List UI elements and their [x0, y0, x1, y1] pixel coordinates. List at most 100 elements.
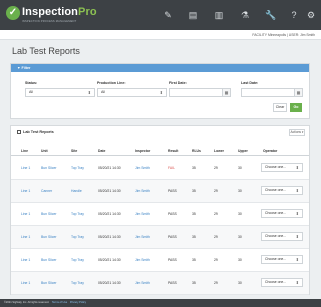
- operator-select[interactable]: Choose one... ⬍: [261, 255, 303, 264]
- upper-cell: 30: [238, 281, 242, 285]
- line-link[interactable]: Line 1: [21, 166, 30, 170]
- copyright-text: ©2021 Sightaly, Inc. All rights reserved…: [4, 301, 50, 304]
- site-link[interactable]: Handle: [71, 189, 82, 193]
- inspector-link[interactable]: Jim Smith: [135, 281, 150, 285]
- operator-select[interactable]: Choose one... ⬍: [261, 232, 303, 241]
- operator-select-value: Choose one...: [265, 280, 287, 284]
- first-date-input[interactable]: ▦: [169, 88, 231, 97]
- production-line-select-value: All: [101, 90, 105, 94]
- lower-cell: 29: [214, 235, 218, 239]
- chevron-updown-icon: ⬍: [87, 90, 91, 95]
- line-link[interactable]: Line 1: [21, 235, 30, 239]
- production-line-label: Production Line:: [97, 81, 126, 85]
- line-link[interactable]: Line 1: [21, 281, 30, 285]
- document-icon[interactable]: ▤: [187, 9, 199, 21]
- operator-select[interactable]: Choose one... ⬍: [261, 209, 303, 218]
- table-row: Line 1 Bun Slicer Top Tray 05/20/21 14:3…: [11, 203, 309, 226]
- top-navigation-bar: ✓ InspectionPro INSPECTION PROCESS MANAG…: [0, 0, 321, 30]
- inspector-link[interactable]: Jim Smith: [135, 212, 150, 216]
- chevron-updown-icon: ⬍: [159, 90, 163, 95]
- operator-select-value: Choose one...: [265, 234, 287, 238]
- unit-link[interactable]: Bun Slicer: [41, 258, 56, 262]
- site-link[interactable]: Top Tray: [71, 166, 84, 170]
- last-date-input[interactable]: ▦: [241, 88, 303, 97]
- status-select[interactable]: All ⬍: [25, 88, 95, 97]
- rlus-cell: 35: [192, 189, 196, 193]
- column-header[interactable]: Inspector: [135, 149, 150, 153]
- column-header[interactable]: Operator: [263, 149, 277, 153]
- chevron-updown-icon: ⬍: [295, 211, 299, 216]
- operator-select-value: Choose one...: [265, 211, 287, 215]
- brand-tagline: INSPECTION PROCESS MANAGEMENT: [22, 20, 77, 23]
- site-link[interactable]: Top Tray: [71, 258, 84, 262]
- page-title: Lab Test Reports: [12, 46, 80, 56]
- filter-toggle[interactable]: ▼ Filter: [11, 64, 309, 72]
- site-link[interactable]: Top Tray: [71, 281, 84, 285]
- column-header[interactable]: RLUs: [192, 149, 201, 153]
- edit-icon[interactable]: ✎: [162, 9, 174, 21]
- unit-link[interactable]: Bun Slicer: [41, 281, 56, 285]
- line-link[interactable]: Line 1: [21, 189, 30, 193]
- chevron-updown-icon: ⬍: [295, 188, 299, 193]
- date-cell: 05/20/21 14:30: [98, 166, 121, 170]
- calendar-icon[interactable]: ▦: [294, 89, 302, 96]
- operator-select-value: Choose one...: [265, 165, 287, 169]
- column-header[interactable]: Upper: [238, 149, 248, 153]
- operator-select[interactable]: Choose one... ⬍: [261, 186, 303, 195]
- gear-icon[interactable]: ⚙: [305, 9, 317, 21]
- actions-button[interactable]: Actions ▾: [289, 129, 305, 136]
- upper-cell: 30: [238, 189, 242, 193]
- inspector-link[interactable]: Jim Smith: [135, 189, 150, 193]
- operator-select[interactable]: Choose one... ⬍: [261, 278, 303, 287]
- unit-link[interactable]: Bun Slicer: [41, 166, 56, 170]
- line-link[interactable]: Line 1: [21, 258, 30, 262]
- column-header[interactable]: Date: [98, 149, 105, 153]
- status-label: Status:: [25, 81, 38, 85]
- unit-link[interactable]: Canner: [41, 189, 52, 193]
- rlus-cell: 35: [192, 258, 196, 262]
- results-title-text: Lab Test Reports: [23, 130, 54, 134]
- date-cell: 05/20/21 14:30: [98, 258, 121, 262]
- help-icon[interactable]: ?: [288, 9, 300, 21]
- inspector-link[interactable]: Jim Smith: [135, 258, 150, 262]
- column-header[interactable]: Site: [71, 149, 77, 153]
- logo-check-icon: ✓: [6, 6, 20, 20]
- inspector-link[interactable]: Jim Smith: [135, 235, 150, 239]
- operator-select[interactable]: Choose one... ⬍: [261, 163, 303, 172]
- checkbox-list-icon: [17, 130, 21, 134]
- inspector-link[interactable]: Jim Smith: [135, 166, 150, 170]
- brand-name[interactable]: InspectionPro: [22, 6, 97, 18]
- facility-user-info: FACILITY Minneapolis | USER: Jim Smith: [252, 33, 315, 37]
- unit-link[interactable]: Bun Slicer: [41, 212, 56, 216]
- column-header[interactable]: Unit: [41, 149, 48, 153]
- lower-cell: 29: [214, 281, 218, 285]
- clear-button[interactable]: Clear: [273, 103, 287, 112]
- production-line-select[interactable]: All ⬍: [97, 88, 167, 97]
- result-cell: PASS: [168, 235, 177, 239]
- lower-cell: 29: [214, 189, 218, 193]
- footer-bar: ©2021 Sightaly, Inc. All rights reserved…: [0, 299, 321, 307]
- result-cell: PASS: [168, 281, 177, 285]
- rlus-cell: 35: [192, 235, 196, 239]
- wrench-icon[interactable]: 🔧: [265, 9, 277, 21]
- chevron-updown-icon: ⬍: [295, 165, 299, 170]
- column-header[interactable]: Lower: [214, 149, 224, 153]
- site-link[interactable]: Top Tray: [71, 212, 84, 216]
- privacy-link[interactable]: Privacy Policy: [70, 301, 86, 304]
- unit-link[interactable]: Bun Slicer: [41, 235, 56, 239]
- calendar-icon[interactable]: ▦: [222, 89, 230, 96]
- date-cell: 05/20/21 14:30: [98, 189, 121, 193]
- terms-link[interactable]: Terms of Use: [52, 301, 67, 304]
- column-header[interactable]: Result: [168, 149, 178, 153]
- site-link[interactable]: Top Tray: [71, 235, 84, 239]
- chart-icon[interactable]: ▥: [213, 9, 225, 21]
- lab-flask-icon[interactable]: ⚗: [239, 9, 251, 21]
- result-cell: PASS: [168, 212, 177, 216]
- date-cell: 05/20/21 14:30: [98, 212, 121, 216]
- filter-panel: ▼ Filter Status: All ⬍ Production Line: …: [10, 63, 310, 119]
- go-button[interactable]: Go: [290, 103, 302, 112]
- line-link[interactable]: Line 1: [21, 212, 30, 216]
- operator-select-value: Choose one...: [265, 257, 287, 261]
- column-header[interactable]: Line: [21, 149, 28, 153]
- status-select-value: All: [29, 90, 33, 94]
